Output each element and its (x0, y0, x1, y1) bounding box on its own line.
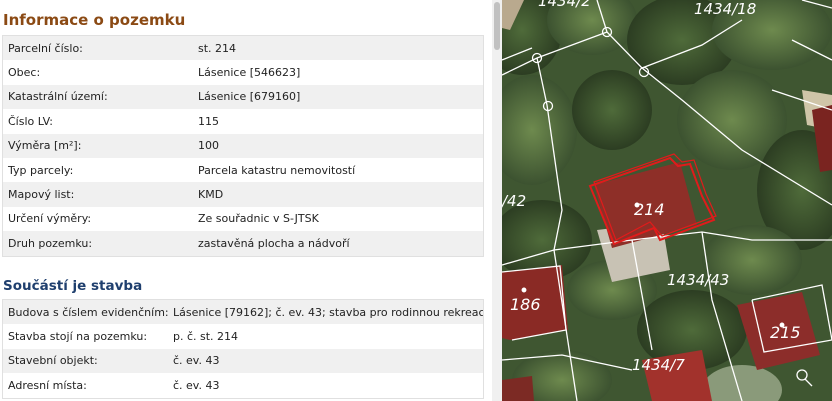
table-row: Výměra [m²]: 100 (2, 133, 484, 158)
row-value: 100 (193, 133, 484, 158)
row-value: Lásenice [546623] (193, 60, 484, 85)
map-label: 214 (634, 200, 665, 219)
row-key: Mapový list: (2, 182, 193, 207)
map-label: 215 (770, 323, 801, 342)
row-key: Číslo LV: (2, 109, 193, 134)
row-key: Stavební objekt: (2, 348, 168, 374)
table-row: Číslo LV: 115 (2, 109, 484, 134)
row-value: st. 214 (193, 35, 484, 61)
table-row: Budova s číslem evidenčním: Lásenice [791… (2, 299, 484, 325)
row-key: Adresní místa: (2, 373, 168, 399)
row-key: Stavba stojí na pozemku: (2, 324, 168, 349)
row-key: Výměra [m²]: (2, 133, 193, 158)
table-row: Určení výměry: Ze souřadnic v S-JTSK (2, 206, 484, 232)
parcel-info-panel: Informace o pozemku Parcelní číslo: st. 2… (0, 0, 492, 401)
map-label: 1434/43 (667, 271, 729, 289)
map-label: 186 (510, 295, 541, 314)
map-label: 1434/2 (538, 0, 591, 10)
table-row: Obec: Lásenice [546623] (2, 60, 484, 85)
map-label: 1434/18 (694, 0, 756, 18)
scrollbar-thumb[interactable] (494, 2, 500, 50)
table-row: Adresní místa: č. ev. 43 (2, 373, 484, 399)
table-row: Stavba stojí na pozemku: p. č. st. 214 (2, 324, 484, 349)
row-value: Parcela katastru nemovitostí (193, 157, 484, 183)
building-heading: Součástí je stavba (3, 278, 143, 294)
parcel-info-table: Parcelní číslo: st. 214 Obec: Lásenice [54… (2, 35, 484, 257)
row-value: zastavěná plocha a nádvoří (193, 231, 484, 257)
row-value: Lásenice [679160] (193, 84, 484, 110)
table-row: Druh pozemku: zastavěná plocha a nádvoří (2, 231, 484, 257)
map-label: /42 (502, 192, 526, 210)
table-row: Katastrální území: Lásenice [679160] (2, 84, 484, 110)
row-key: Budova s číslem evidenčním: (2, 299, 168, 325)
row-key: Parcelní číslo: (2, 35, 193, 61)
row-value: Ze souřadnic v S-JTSK (193, 206, 484, 232)
row-value: 115 (193, 109, 484, 134)
building-table: Budova s číslem evidenčním: Lásenice [791… (2, 299, 484, 399)
row-key: Katastrální území: (2, 84, 193, 110)
table-row: Typ parcely: Parcela katastru nemovitostí (2, 157, 484, 183)
row-key: Typ parcely: (2, 157, 193, 183)
row-key: Obec: (2, 60, 193, 85)
row-value: p. č. st. 214 (168, 324, 484, 349)
cadastral-map[interactable]: 1434/2 1434/18 /42 214 1434/43 186 215 1… (502, 0, 832, 401)
table-row: Parcelní číslo: st. 214 (2, 35, 484, 61)
map-label: 1434/7 (632, 356, 685, 374)
row-value: KMD (193, 182, 484, 207)
map-canvas[interactable]: 1434/2 1434/18 /42 214 1434/43 186 215 1… (502, 0, 832, 401)
panel-scrollbar[interactable] (492, 0, 502, 401)
table-row: Stavební objekt: č. ev. 43 (2, 348, 484, 374)
row-value: č. ev. 43 (168, 348, 484, 374)
row-key: Určení výměry: (2, 206, 193, 232)
table-row: Mapový list: KMD (2, 182, 484, 207)
row-key: Druh pozemku: (2, 231, 193, 257)
parcel-info-heading: Informace o pozemku (3, 11, 186, 29)
row-value: Lásenice [79162]; č. ev. 43; stavba pro … (168, 299, 484, 325)
row-value: č. ev. 43 (168, 373, 484, 399)
